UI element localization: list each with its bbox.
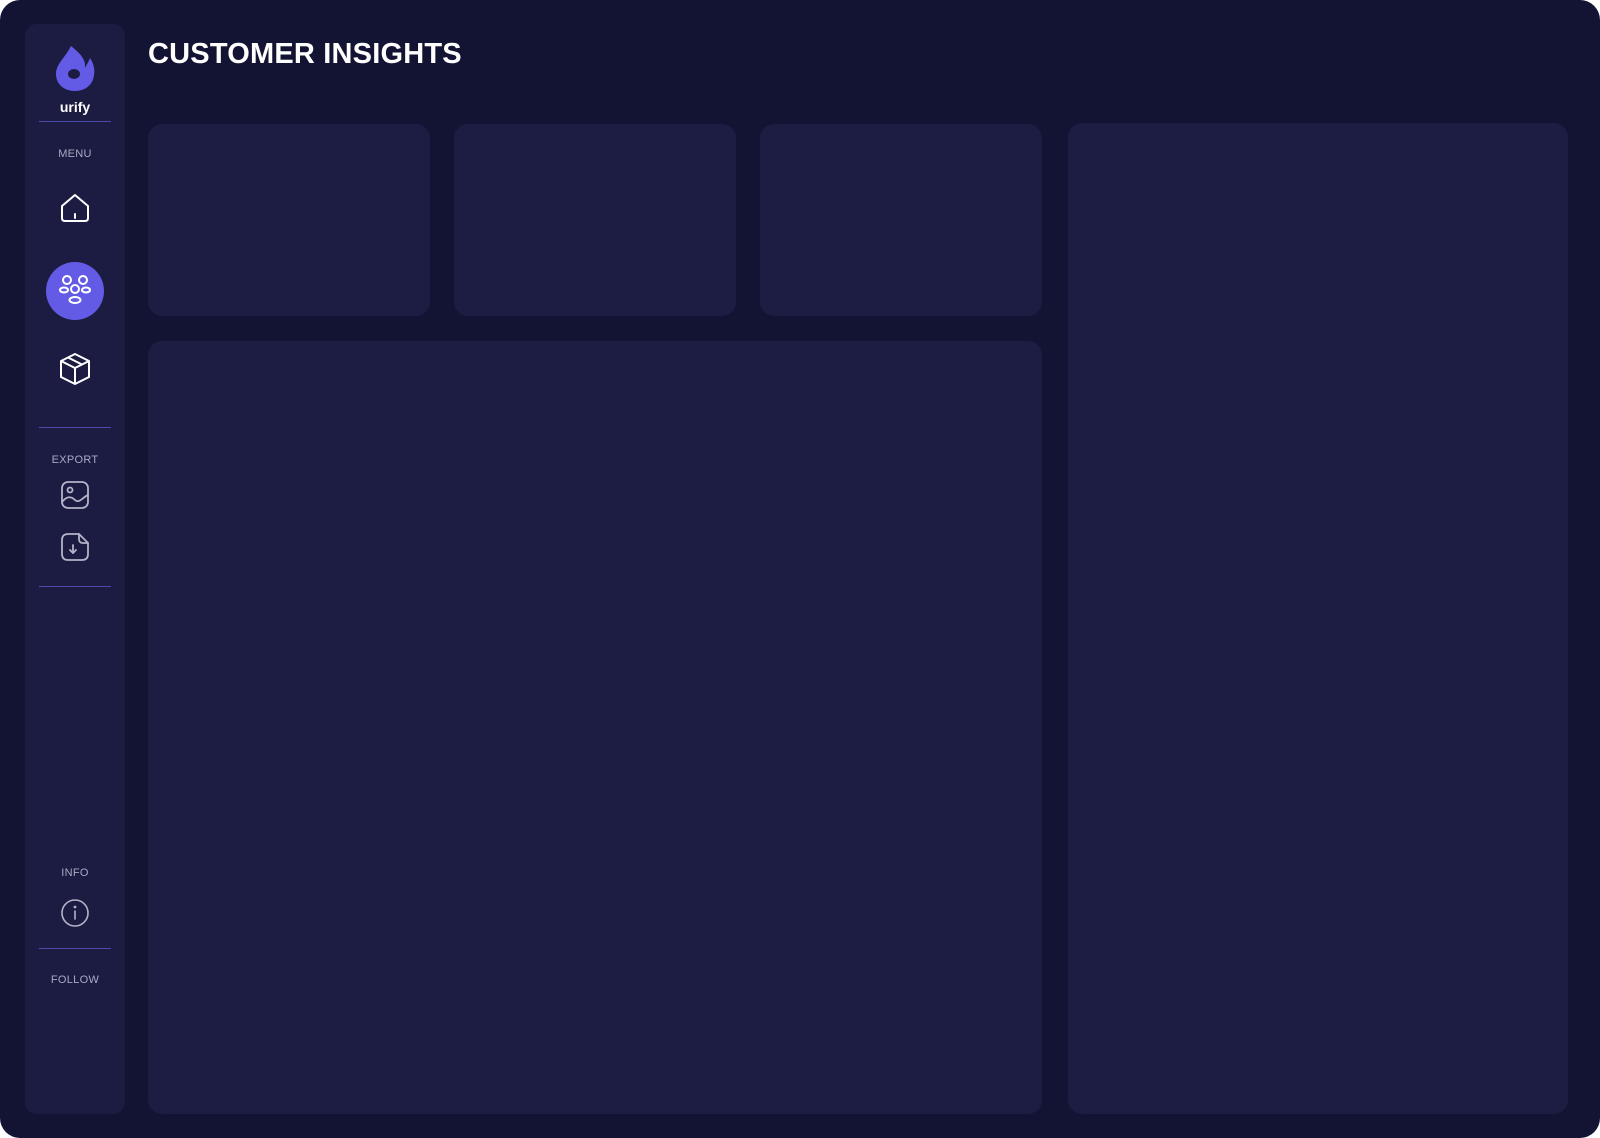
home-icon [59,192,91,229]
stat-card-1 [148,124,430,316]
sidebar: urify MENU EXPORT INFO FOLLOW [25,24,125,1114]
package-icon [58,352,92,391]
menu-section-label: MENU [58,148,92,160]
sidebar-divider [39,948,111,949]
main-panel [148,341,1042,1114]
info-icon [60,898,90,933]
customers-icon [58,272,92,311]
export-image-button[interactable] [58,480,92,514]
nav-products[interactable] [46,342,104,400]
file-download-icon [60,532,90,567]
stat-card-2 [454,124,736,316]
nav-home[interactable] [46,181,104,239]
app-window: urify MENU EXPORT INFO FOLLOW CUSTOMER I… [0,0,1600,1138]
export-section-label: EXPORT [51,454,99,466]
side-panel [1068,123,1568,1114]
brand-name: urify [59,99,91,115]
sidebar-divider [39,586,111,587]
nav-customers[interactable] [46,262,104,320]
page-title: CUSTOMER INSIGHTS [148,38,462,70]
stat-card-3 [760,124,1042,316]
sidebar-divider [39,121,111,122]
follow-section-label: FOLLOW [50,974,100,986]
sidebar-divider [39,427,111,428]
export-file-button[interactable] [58,532,92,566]
flame-logo-icon [53,44,97,92]
info-button[interactable] [58,898,92,932]
info-section-label: INFO [61,867,89,879]
image-export-icon [60,480,90,515]
